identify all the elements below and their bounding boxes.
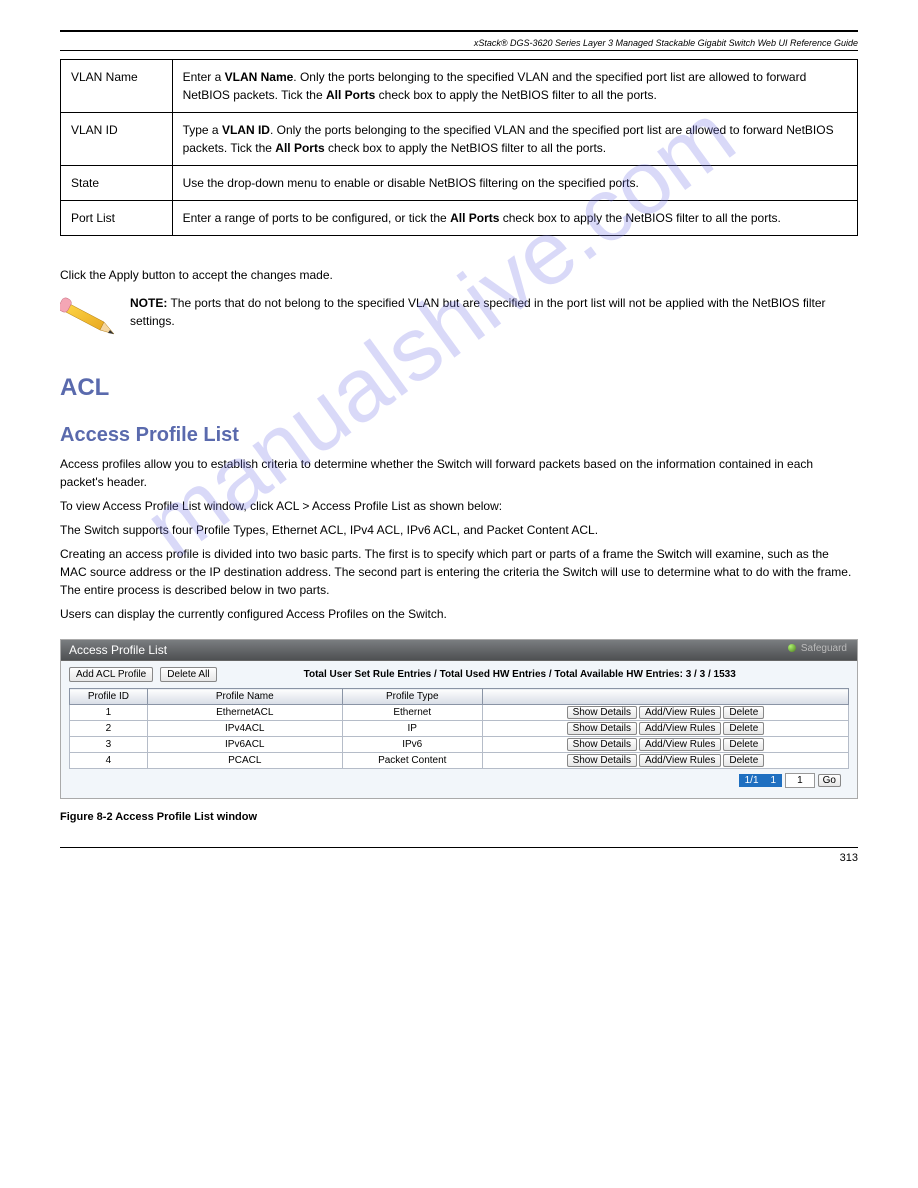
delete-all-button[interactable]: Delete All <box>160 667 216 682</box>
header-rule-bottom <box>60 50 858 51</box>
addview-button[interactable]: Add/View Rules <box>639 754 721 767</box>
pencil-icon <box>60 294 120 344</box>
cell-actions: Show DetailsAdd/View RulesDelete <box>482 737 848 753</box>
details-button[interactable]: Show Details <box>567 706 637 719</box>
section-heading-apl: Access Profile List <box>60 424 858 447</box>
entries-summary: Total User Set Rule Entries / Total Used… <box>304 669 736 680</box>
param-desc: Enter a range of ports to be configured,… <box>172 201 857 236</box>
col-profile-id: Profile ID <box>70 689 148 705</box>
cell-profile-type: IP <box>342 721 482 737</box>
header-product-line: xStack® DGS-3620 Series Layer 3 Managed … <box>60 38 858 48</box>
addview-button[interactable]: Add/View Rules <box>639 706 721 719</box>
note-label: NOTE: <box>130 296 167 310</box>
details-button[interactable]: Show Details <box>567 738 637 751</box>
delete-button[interactable]: Delete <box>723 738 764 751</box>
note-block: NOTE: The ports that do not belong to th… <box>60 294 858 344</box>
param-desc: Type a VLAN ID. Only the ports belonging… <box>172 113 857 166</box>
cell-profile-type: Packet Content <box>342 753 482 769</box>
figure-caption: Figure 8-2 Access Profile List window <box>60 811 858 823</box>
apl-para-4: Creating an access profile is divided in… <box>60 545 858 599</box>
app-safeguard: Safeguard <box>788 643 847 654</box>
apl-para-5: Users can display the currently configur… <box>60 605 858 623</box>
safeguard-icon <box>788 644 796 652</box>
acl-header-row: Profile ID Profile Name Profile Type <box>70 689 849 705</box>
cell-profile-name: PCACL <box>147 753 342 769</box>
header-rule-top <box>60 30 858 32</box>
safeguard-label: Safeguard <box>801 643 847 654</box>
table-row: 3IPv6ACLIPv6Show DetailsAdd/View RulesDe… <box>70 737 849 753</box>
footer: 313 <box>60 847 858 864</box>
page-number: 313 <box>840 852 858 864</box>
col-profile-type: Profile Type <box>342 689 482 705</box>
addview-button[interactable]: Add/View Rules <box>639 722 721 735</box>
table-row: 4PCACLPacket ContentShow DetailsAdd/View… <box>70 753 849 769</box>
col-profile-name: Profile Name <box>147 689 342 705</box>
cell-profile-type: Ethernet <box>342 705 482 721</box>
param-row: VLAN IDType a VLAN ID. Only the ports be… <box>61 113 858 166</box>
cell-actions: Show DetailsAdd/View RulesDelete <box>482 721 848 737</box>
param-label: VLAN ID <box>61 113 173 166</box>
details-button[interactable]: Show Details <box>567 722 637 735</box>
delete-button[interactable]: Delete <box>723 722 764 735</box>
cell-profile-type: IPv6 <box>342 737 482 753</box>
apl-para-2: To view Access Profile List window, clic… <box>60 497 858 515</box>
pager-input[interactable] <box>785 773 815 788</box>
note-text: The ports that do not belong to the spec… <box>130 296 826 328</box>
param-row: StateUse the drop-down menu to enable or… <box>61 166 858 201</box>
app-title: Access Profile List <box>69 643 167 657</box>
param-row: Port ListEnter a range of ports to be co… <box>61 201 858 236</box>
param-desc: Use the drop-down menu to enable or disa… <box>172 166 857 201</box>
param-row: VLAN NameEnter a VLAN Name. Only the por… <box>61 60 858 113</box>
param-label: VLAN Name <box>61 60 173 113</box>
cell-profile-id: 3 <box>70 737 148 753</box>
pager-go-button[interactable]: Go <box>818 774 841 787</box>
cell-profile-id: 1 <box>70 705 148 721</box>
acl-table: Profile ID Profile Name Profile Type 1Et… <box>69 688 849 769</box>
apl-para-1: Access profiles allow you to establish c… <box>60 455 858 491</box>
param-desc: Enter a VLAN Name. Only the ports belong… <box>172 60 857 113</box>
cell-profile-id: 4 <box>70 753 148 769</box>
app-titlebar: Access Profile List Safeguard <box>61 640 857 661</box>
cell-profile-name: IPv6ACL <box>147 737 342 753</box>
cell-profile-name: IPv4ACL <box>147 721 342 737</box>
cell-actions: Show DetailsAdd/View RulesDelete <box>482 753 848 769</box>
delete-button[interactable]: Delete <box>723 706 764 719</box>
app-screenshot-panel: Access Profile List Safeguard Add ACL Pr… <box>60 639 858 799</box>
delete-button[interactable]: Delete <box>723 754 764 767</box>
add-acl-profile-button[interactable]: Add ACL Profile <box>69 667 153 682</box>
apl-para-3: The Switch supports four Profile Types, … <box>60 521 858 539</box>
details-button[interactable]: Show Details <box>567 754 637 767</box>
table-row: 2IPv4ACLIPShow DetailsAdd/View RulesDele… <box>70 721 849 737</box>
addview-button[interactable]: Add/View Rules <box>639 738 721 751</box>
section-heading-acl: ACL <box>60 374 858 402</box>
cell-actions: Show DetailsAdd/View RulesDelete <box>482 705 848 721</box>
parameter-table: VLAN NameEnter a VLAN Name. Only the por… <box>60 59 858 236</box>
param-label: Port List <box>61 201 173 236</box>
cell-profile-name: EthernetACL <box>147 705 342 721</box>
pager-current: 1 <box>765 774 783 787</box>
post-table-text: Click the Apply button to accept the cha… <box>60 266 858 284</box>
cell-profile-id: 2 <box>70 721 148 737</box>
table-row: 1EthernetACLEthernetShow DetailsAdd/View… <box>70 705 849 721</box>
pager-total: 1/1 <box>739 774 765 787</box>
param-label: State <box>61 166 173 201</box>
app-toolbar: Add ACL Profile Delete All Total User Se… <box>61 661 857 798</box>
pager: 1/11 Go <box>69 769 849 794</box>
